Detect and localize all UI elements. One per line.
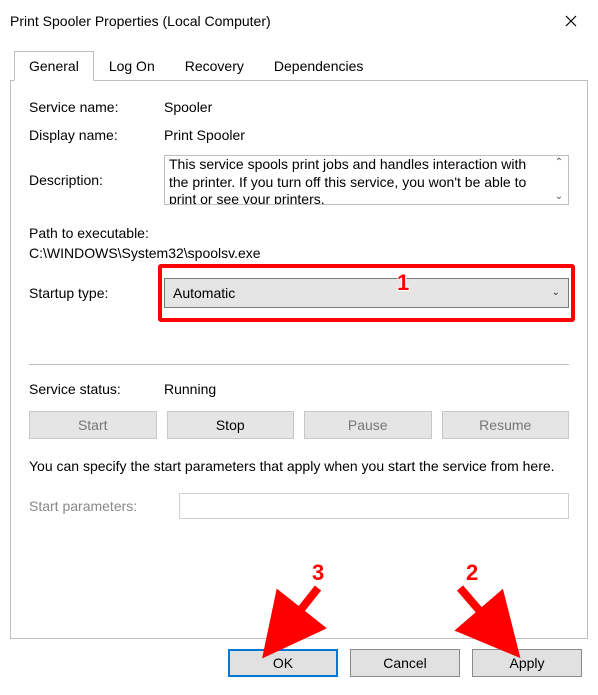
start-params-note: You can specify the start parameters tha… [29, 457, 569, 476]
startup-label: Startup type: [29, 285, 164, 301]
startup-type-select[interactable]: Automatic ⌄ [164, 278, 569, 308]
display-name-value: Print Spooler [164, 127, 569, 143]
start-params-input[interactable] [179, 493, 569, 519]
tab-strip: General Log On Recovery Dependencies [10, 50, 588, 81]
titlebar: Print Spooler Properties (Local Computer… [0, 0, 598, 42]
chevron-down-icon: ⌄ [552, 287, 560, 298]
service-buttons: Start Stop Pause Resume [29, 411, 569, 439]
tab-logon[interactable]: Log On [94, 51, 170, 81]
description-box: This service spools print jobs and handl… [164, 155, 569, 205]
window-title: Print Spooler Properties (Local Computer… [10, 13, 271, 29]
start-params-row: Start parameters: [29, 493, 569, 519]
startup-row: Startup type: Automatic ⌄ [29, 278, 569, 308]
path-label: Path to executable: [29, 223, 569, 243]
description-scrollbar[interactable]: ⌃ ⌄ [550, 156, 568, 204]
cancel-button[interactable]: Cancel [350, 649, 460, 677]
service-name-label: Service name: [29, 99, 164, 115]
start-params-label: Start parameters: [29, 498, 179, 514]
display-name-label: Display name: [29, 127, 164, 143]
service-name-value: Spooler [164, 99, 569, 115]
tab-general[interactable]: General [14, 51, 94, 81]
status-label: Service status: [29, 381, 164, 397]
path-value: C:\WINDOWS\System32\spoolsv.exe [29, 243, 569, 263]
scroll-up-icon[interactable]: ⌃ [555, 158, 563, 168]
path-block: Path to executable: C:\WINDOWS\System32\… [29, 223, 569, 264]
status-value: Running [164, 381, 216, 397]
apply-button[interactable]: Apply [472, 649, 582, 677]
resume-button[interactable]: Resume [442, 411, 570, 439]
ok-button[interactable]: OK [228, 649, 338, 677]
description-text: This service spools print jobs and handl… [165, 156, 550, 204]
scroll-down-icon[interactable]: ⌄ [555, 192, 563, 202]
description-row: Description: This service spools print j… [29, 155, 569, 205]
dialog-buttons: OK Cancel Apply [228, 649, 582, 677]
description-label: Description: [29, 172, 164, 188]
tab-panel-general: Service name: Spooler Display name: Prin… [10, 81, 588, 639]
startup-type-value: Automatic [173, 285, 235, 301]
pause-button[interactable]: Pause [304, 411, 432, 439]
stop-button[interactable]: Stop [167, 411, 295, 439]
display-name-row: Display name: Print Spooler [29, 127, 569, 143]
close-icon[interactable] [556, 8, 586, 34]
status-row: Service status: Running [29, 381, 569, 397]
tab-dependencies[interactable]: Dependencies [259, 51, 379, 81]
start-button[interactable]: Start [29, 411, 157, 439]
divider [29, 364, 569, 365]
service-name-row: Service name: Spooler [29, 99, 569, 115]
tab-recovery[interactable]: Recovery [170, 51, 259, 81]
